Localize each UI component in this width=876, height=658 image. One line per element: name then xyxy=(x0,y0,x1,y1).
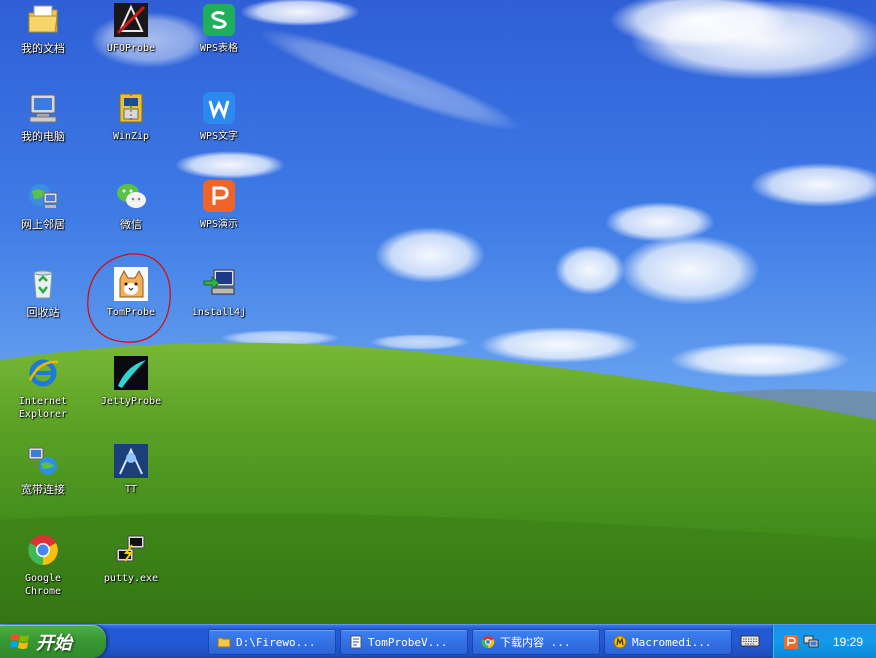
tt-icon xyxy=(113,443,149,479)
network-places-icon xyxy=(25,178,61,214)
install4j-icon xyxy=(201,266,237,302)
desktop-icon-broadband-connection[interactable]: 宽带连接 xyxy=(3,443,83,523)
wps-presentation-icon xyxy=(201,178,237,214)
taskbar: 开始 D:\Firewo... TomProbeV... 下载内容 ... Ma… xyxy=(0,624,876,658)
macromedia-icon xyxy=(613,635,627,649)
taskbar-button-document[interactable]: TomProbeV... xyxy=(340,629,468,655)
task-label: TomProbeV... xyxy=(368,635,448,649)
icon-label: Internet Explorer xyxy=(18,396,68,420)
winzip-icon xyxy=(113,90,149,126)
taskbar-button-folder[interactable]: D:\Firewo... xyxy=(208,629,336,655)
icon-label: install4j xyxy=(191,307,247,318)
desktop-icon-tomprobe[interactable]: TomProbe xyxy=(91,266,171,346)
desktop-icon-install4j[interactable]: install4j xyxy=(179,266,259,346)
icon-label: 我的电脑 xyxy=(21,130,65,143)
desktop: 我的文档 我的电脑 网上邻居 回收站 Internet Explorer 宽带连… xyxy=(0,0,876,624)
icon-label: WPS演示 xyxy=(199,219,239,230)
icon-label: 微信 xyxy=(120,218,142,231)
keyboard-icon[interactable] xyxy=(740,633,760,649)
task-label: 下载内容 ... xyxy=(500,636,571,649)
internet-explorer-icon xyxy=(25,355,61,391)
desktop-icon-wechat[interactable]: 微信 xyxy=(91,178,171,258)
task-label: D:\Firewo... xyxy=(236,635,316,649)
my-computer-icon xyxy=(25,90,61,126)
desktop-icon-winzip[interactable]: WinZip xyxy=(91,90,171,170)
icon-label: 我的文档 xyxy=(21,42,65,55)
desktop-icon-tt[interactable]: TT xyxy=(91,443,171,523)
icon-label: TT xyxy=(124,484,138,495)
document-icon xyxy=(349,635,363,649)
taskbar-button-chrome[interactable]: 下载内容 ... xyxy=(472,629,600,655)
my-documents-icon xyxy=(25,2,61,38)
icon-label: 回收站 xyxy=(26,306,60,319)
tray-app-icon[interactable] xyxy=(783,634,799,650)
desktop-icon-my-computer[interactable]: 我的电脑 xyxy=(3,90,83,170)
icon-label: Google Chrome xyxy=(24,573,62,597)
icon-label: WPS表格 xyxy=(199,43,239,54)
chrome-icon xyxy=(481,635,495,649)
putty-icon xyxy=(113,532,149,568)
desktop-icon-google-chrome[interactable]: Google Chrome xyxy=(3,532,83,612)
windows-flag-icon xyxy=(10,633,29,649)
desktop-icon-ufoprobe[interactable]: UFOProbe xyxy=(91,2,171,82)
desktop-icon-putty[interactable]: putty.exe xyxy=(91,532,171,612)
google-chrome-icon xyxy=(25,532,61,568)
desktop-icon-network-places[interactable]: 网上邻居 xyxy=(3,178,83,258)
folder-icon xyxy=(217,635,231,649)
icon-label: TomProbe xyxy=(106,307,156,318)
desktop-icon-jettyprobe[interactable]: JettyProbe xyxy=(91,355,171,435)
icon-label: WPS文字 xyxy=(199,131,239,142)
icon-label: UFOProbe xyxy=(106,43,156,54)
start-button[interactable]: 开始 xyxy=(0,625,106,658)
tomprobe-cat-icon xyxy=(113,266,149,302)
wechat-icon xyxy=(113,178,149,214)
tray-network-icon[interactable] xyxy=(803,634,819,650)
icon-label: WinZip xyxy=(112,131,150,142)
desktop-icon-wps-presentation[interactable]: WPS演示 xyxy=(179,178,259,258)
desktop-icon-internet-explorer[interactable]: Internet Explorer xyxy=(3,355,83,435)
icon-label: 网上邻居 xyxy=(21,218,65,231)
icon-label: JettyProbe xyxy=(100,396,162,407)
icon-label: putty.exe xyxy=(103,573,159,584)
wps-spreadsheet-icon xyxy=(201,2,237,38)
start-label: 开始 xyxy=(36,632,72,654)
system-tray: 19:29 xyxy=(772,625,876,658)
recycle-bin-icon xyxy=(25,266,61,302)
ufoprobe-icon xyxy=(113,2,149,38)
desktop-icon-recycle-bin[interactable]: 回收站 xyxy=(3,266,83,346)
task-label: Macromedi... xyxy=(632,635,712,649)
desktop-icon-wps-writer[interactable]: WPS文字 xyxy=(179,90,259,170)
clock[interactable]: 19:29 xyxy=(833,635,863,649)
desktop-icon-my-documents[interactable]: 我的文档 xyxy=(3,2,83,82)
wps-writer-icon xyxy=(201,90,237,126)
icon-label: 宽带连接 xyxy=(21,483,65,496)
broadband-connection-icon xyxy=(25,443,61,479)
jettyprobe-icon xyxy=(113,355,149,391)
desktop-icon-wps-spreadsheet[interactable]: WPS表格 xyxy=(179,2,259,82)
taskbar-button-macromedia[interactable]: Macromedi... xyxy=(604,629,732,655)
